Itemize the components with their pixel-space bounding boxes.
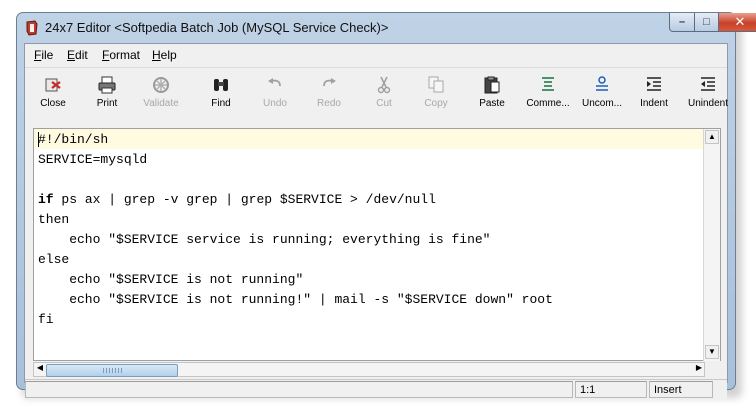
minimize-icon: – <box>678 16 686 28</box>
horizontal-scrollbar[interactable]: ◀ ▶ <box>33 362 705 377</box>
client-area: File Edit Format Help Close Print Valida… <box>24 43 728 400</box>
menu-edit[interactable]: Edit <box>67 48 88 62</box>
code-line: SERVICE=mysqld <box>38 152 148 167</box>
editor-window: 24x7 Editor <Softpedia Batch Job (MySQL … <box>16 12 756 400</box>
uncomment-icon <box>596 76 608 91</box>
indent-button[interactable]: Indent <box>625 70 683 118</box>
unindent-icon <box>701 77 715 91</box>
edit-mode: Insert <box>649 381 713 398</box>
horizontal-scroll-thumb[interactable] <box>46 364 178 377</box>
scroll-right-arrow-icon[interactable]: ▶ <box>692 362 706 376</box>
binoculars-icon <box>214 79 228 91</box>
code-line: echo "$SERVICE service is running; every… <box>38 232 491 247</box>
clipboard-icon <box>484 76 500 94</box>
status-message <box>25 381 573 398</box>
printer-icon <box>98 76 116 94</box>
window-title: 24x7 Editor <Softpedia Batch Job (MySQL … <box>45 20 389 35</box>
code-line: else <box>38 252 70 267</box>
code-line: #!/bin/sh <box>38 132 109 147</box>
unindent-button[interactable]: Unindent <box>679 70 737 118</box>
minimize-button[interactable]: – <box>669 13 695 32</box>
print-button[interactable]: Print <box>78 70 136 118</box>
grip-icon <box>103 368 123 373</box>
title-bar[interactable]: 24x7 Editor <Softpedia Batch Job (MySQL … <box>17 13 756 43</box>
indent-icon <box>647 77 661 91</box>
code-editor[interactable]: #!/bin/sh SERVICE=mysqld if ps ax | grep… <box>33 128 721 361</box>
validate-button[interactable]: Validate <box>132 70 190 118</box>
redo-icon <box>323 78 336 87</box>
cursor-position: 1:1 <box>575 381 647 398</box>
scroll-up-arrow-icon[interactable]: ▲ <box>705 130 719 144</box>
comment-button[interactable]: Comme... <box>519 70 577 118</box>
menu-bar: File Edit Format Help <box>25 44 727 66</box>
close-doc-button[interactable]: Close <box>24 70 82 118</box>
cut-button[interactable]: Cut <box>355 70 413 118</box>
maximize-icon: □ <box>703 16 710 28</box>
comment-icon <box>542 77 554 91</box>
paste-button[interactable]: Paste <box>463 70 521 118</box>
close-doc-icon <box>45 78 61 92</box>
vertical-scrollbar[interactable]: ▲ ▼ <box>703 129 720 361</box>
toolbar: Close Print Validate Find Undo Redo Cut … <box>24 67 728 124</box>
redo-button[interactable]: Redo <box>300 70 358 118</box>
current-line-highlight <box>34 129 705 149</box>
validate-icon <box>153 77 169 93</box>
maximize-button[interactable]: □ <box>694 13 719 32</box>
undo-icon <box>268 78 281 87</box>
close-window-button[interactable]: ✕ <box>718 13 756 32</box>
code-area[interactable]: #!/bin/sh SERVICE=mysqld if ps ax | grep… <box>34 129 705 361</box>
code-line: then <box>38 212 70 227</box>
code-line: echo "$SERVICE is not running!" | mail -… <box>38 292 553 307</box>
code-line: if ps ax | grep -v grep | grep $SERVICE … <box>38 192 436 207</box>
menu-help[interactable]: Help <box>152 48 177 62</box>
undo-button[interactable]: Undo <box>246 70 304 118</box>
menu-file[interactable]: File <box>34 48 53 62</box>
scroll-down-arrow-icon[interactable]: ▼ <box>705 345 719 359</box>
app-icon <box>26 20 38 36</box>
find-button[interactable]: Find <box>192 70 250 118</box>
keyword-token: if <box>38 192 54 207</box>
copy-button[interactable]: Copy <box>407 70 465 118</box>
status-bar: 1:1 Insert <box>25 379 727 400</box>
close-icon: ✕ <box>734 14 746 29</box>
scissors-icon <box>377 76 391 94</box>
code-line: fi <box>38 312 54 327</box>
code-line: echo "$SERVICE is not running" <box>38 272 304 287</box>
uncomment-button[interactable]: Uncom... <box>573 70 631 118</box>
scroll-left-arrow-icon[interactable]: ◀ <box>33 362 47 376</box>
copy-icon <box>428 76 444 93</box>
menu-format[interactable]: Format <box>102 48 140 62</box>
